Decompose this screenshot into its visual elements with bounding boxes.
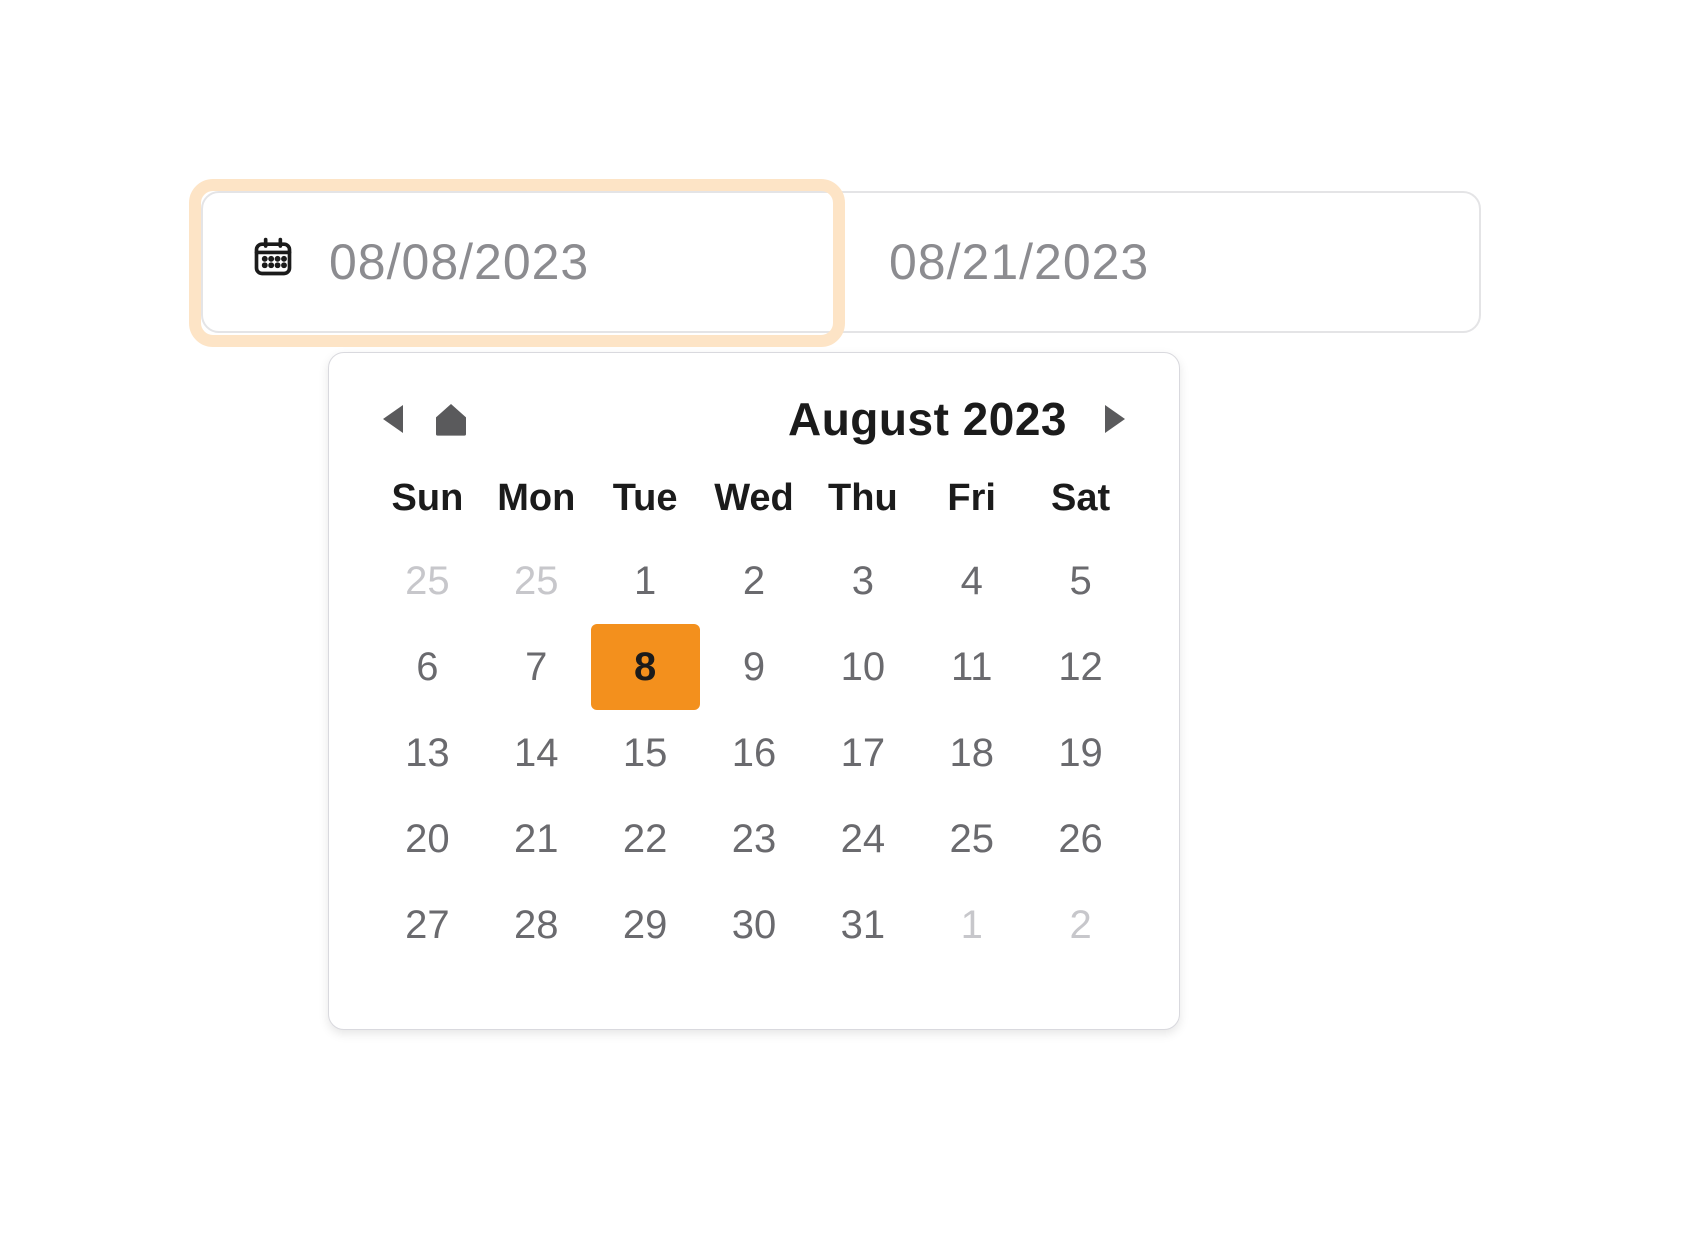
day-cell[interactable]: 2 bbox=[700, 538, 809, 624]
calendar-week-row: 272829303112 bbox=[373, 882, 1135, 968]
next-month-button[interactable] bbox=[1095, 399, 1135, 439]
day-cell[interactable]: 25 bbox=[482, 538, 591, 624]
weekday-header-row: Sun Mon Tue Wed Thu Fri Sat bbox=[373, 469, 1135, 528]
weekday-label: Sun bbox=[373, 469, 482, 528]
month-year-label: August 2023 bbox=[788, 392, 1067, 446]
start-date-input[interactable]: 08/08/2023 bbox=[203, 193, 841, 331]
day-cell[interactable]: 1 bbox=[917, 882, 1026, 968]
date-range-field: 08/08/2023 08/21/2023 bbox=[201, 191, 1481, 333]
calendar-week-row: 252512345 bbox=[373, 538, 1135, 624]
day-cell[interactable]: 2 bbox=[1026, 882, 1135, 968]
day-cell[interactable]: 24 bbox=[808, 796, 917, 882]
day-cell[interactable]: 6 bbox=[373, 624, 482, 710]
day-cell[interactable]: 13 bbox=[373, 710, 482, 796]
day-cell[interactable]: 18 bbox=[917, 710, 1026, 796]
day-cell[interactable]: 7 bbox=[482, 624, 591, 710]
day-cell[interactable]: 23 bbox=[700, 796, 809, 882]
calendar-icon bbox=[251, 233, 329, 291]
weekday-label: Sat bbox=[1026, 469, 1135, 528]
day-cell[interactable]: 31 bbox=[808, 882, 917, 968]
day-cell[interactable]: 17 bbox=[808, 710, 917, 796]
weekday-label: Mon bbox=[482, 469, 591, 528]
day-cell[interactable]: 9 bbox=[700, 624, 809, 710]
end-date-value: 08/21/2023 bbox=[889, 233, 1149, 291]
calendar-grid: 2525123456789101112131415161718192021222… bbox=[373, 538, 1135, 968]
day-cell[interactable]: 16 bbox=[700, 710, 809, 796]
prev-month-button[interactable] bbox=[373, 399, 413, 439]
day-cell[interactable]: 26 bbox=[1026, 796, 1135, 882]
day-cell[interactable]: 30 bbox=[700, 882, 809, 968]
day-cell[interactable]: 14 bbox=[482, 710, 591, 796]
day-cell[interactable]: 12 bbox=[1026, 624, 1135, 710]
day-cell[interactable]: 1 bbox=[591, 538, 700, 624]
weekday-label: Thu bbox=[808, 469, 917, 528]
day-cell[interactable]: 4 bbox=[917, 538, 1026, 624]
day-cell[interactable]: 20 bbox=[373, 796, 482, 882]
day-cell-selected[interactable]: 8 bbox=[591, 624, 700, 710]
home-icon[interactable] bbox=[431, 399, 471, 439]
calendar-week-row: 6789101112 bbox=[373, 624, 1135, 710]
day-cell[interactable]: 27 bbox=[373, 882, 482, 968]
day-cell[interactable]: 25 bbox=[917, 796, 1026, 882]
day-cell[interactable]: 15 bbox=[591, 710, 700, 796]
start-date-value: 08/08/2023 bbox=[329, 233, 589, 291]
weekday-label: Wed bbox=[700, 469, 809, 528]
calendar-week-row: 13141516171819 bbox=[373, 710, 1135, 796]
weekday-label: Tue bbox=[591, 469, 700, 528]
day-cell[interactable]: 11 bbox=[917, 624, 1026, 710]
calendar-header: August 2023 bbox=[373, 389, 1135, 449]
day-cell[interactable]: 29 bbox=[591, 882, 700, 968]
day-cell[interactable]: 3 bbox=[808, 538, 917, 624]
day-cell[interactable]: 25 bbox=[373, 538, 482, 624]
day-cell[interactable]: 10 bbox=[808, 624, 917, 710]
calendar-week-row: 20212223242526 bbox=[373, 796, 1135, 882]
end-date-input[interactable]: 08/21/2023 bbox=[841, 193, 1479, 331]
calendar-popover: August 2023 Sun Mon Tue Wed Thu Fri Sat … bbox=[328, 352, 1180, 1030]
day-cell[interactable]: 22 bbox=[591, 796, 700, 882]
weekday-label: Fri bbox=[917, 469, 1026, 528]
day-cell[interactable]: 21 bbox=[482, 796, 591, 882]
day-cell[interactable]: 28 bbox=[482, 882, 591, 968]
day-cell[interactable]: 19 bbox=[1026, 710, 1135, 796]
day-cell[interactable]: 5 bbox=[1026, 538, 1135, 624]
